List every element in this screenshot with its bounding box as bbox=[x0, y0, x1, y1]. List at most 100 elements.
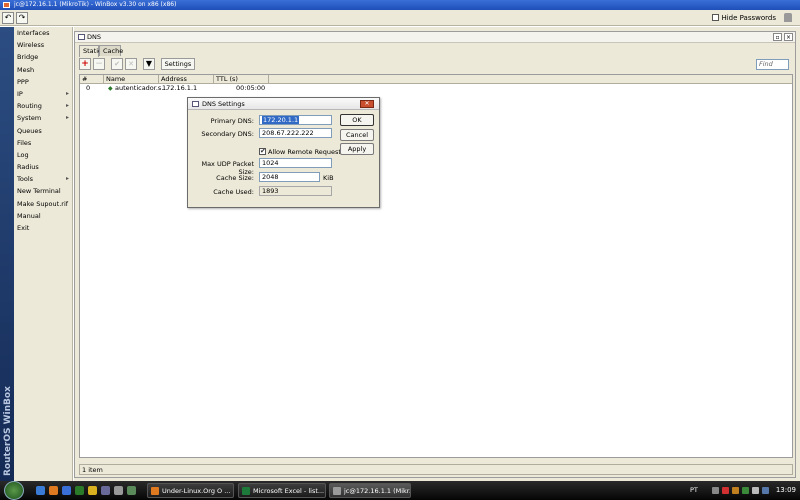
sidebar-item-system[interactable]: System ▸ bbox=[14, 112, 72, 124]
dns-window: DNS ▫ × Static Cache + − ✔ ✕ ▼ Settings … bbox=[74, 31, 796, 478]
cancel-button[interactable]: Cancel bbox=[340, 129, 374, 141]
volume-icon[interactable] bbox=[752, 487, 759, 494]
sidebar-item-label: Wireless bbox=[17, 41, 45, 50]
dns-toolbar: + − ✔ ✕ ▼ Settings Find bbox=[79, 58, 793, 72]
excel-icon bbox=[242, 487, 250, 495]
sidebar-item-queues[interactable]: Queues bbox=[14, 125, 72, 137]
quick-launch-icon[interactable] bbox=[114, 486, 123, 495]
tab-cache[interactable]: Cache bbox=[99, 45, 123, 56]
apply-button[interactable]: Apply bbox=[340, 143, 374, 155]
quick-launch-icon[interactable] bbox=[75, 486, 84, 495]
quick-launch-icon[interactable] bbox=[101, 486, 110, 495]
table-row[interactable]: 0 ◆ autenticador.s... 172.16.1.1 00:05:0… bbox=[80, 84, 792, 93]
hide-passwords-label: Hide Passwords bbox=[721, 14, 776, 22]
column-ttl[interactable]: TTL (s) bbox=[214, 75, 269, 84]
close-icon[interactable]: ✕ bbox=[360, 100, 374, 108]
column-name[interactable]: Name bbox=[104, 75, 159, 84]
language-indicator[interactable]: PT bbox=[690, 481, 698, 500]
sidebar-item-label: Queues bbox=[17, 126, 42, 135]
enable-icon[interactable]: ✔ bbox=[111, 58, 123, 70]
quick-launch-icon[interactable] bbox=[127, 486, 136, 495]
dns-settings-dialog: DNS Settings ✕ Primary DNS: 172.20.1.1 S… bbox=[187, 97, 380, 208]
primary-dns-input[interactable]: 172.20.1.1 bbox=[259, 115, 332, 125]
close-window-icon[interactable]: × bbox=[784, 33, 793, 41]
sidebar-item-label: Bridge bbox=[17, 53, 39, 62]
tray-app-icon[interactable] bbox=[742, 487, 749, 494]
quick-launch-icon[interactable] bbox=[88, 486, 97, 495]
sidebar-item-label: PPP bbox=[17, 77, 29, 86]
quick-launch-icon[interactable] bbox=[62, 486, 71, 495]
ok-button[interactable]: OK bbox=[340, 114, 374, 126]
settings-button[interactable]: Settings bbox=[161, 58, 195, 70]
sidebar-item-label: New Terminal bbox=[17, 187, 61, 196]
task-button-winbox[interactable]: jc@172.16.1.1 (Mikr... bbox=[329, 483, 411, 498]
network-icon[interactable] bbox=[712, 487, 719, 494]
sidebar-item-label: Make Supout.rif bbox=[17, 199, 69, 208]
tray-app-icon[interactable] bbox=[762, 487, 769, 494]
tab-static[interactable]: Static bbox=[79, 45, 102, 57]
sidebar-item-ppp[interactable]: PPP bbox=[14, 76, 72, 88]
sidebar-item-label: Radius bbox=[17, 163, 39, 172]
dns-window-title-bar[interactable]: DNS ▫ × bbox=[75, 32, 795, 43]
cache-size-label: Cache Size: bbox=[216, 174, 254, 182]
sidebar-item-interfaces[interactable]: Interfaces bbox=[14, 27, 72, 39]
column-number[interactable]: # bbox=[80, 75, 104, 84]
secondary-dns-input[interactable]: 208.67.222.222 bbox=[259, 128, 332, 138]
sidebar-item-ip[interactable]: IP ▸ bbox=[14, 88, 72, 100]
add-icon[interactable]: + bbox=[79, 58, 91, 70]
remove-icon[interactable]: − bbox=[93, 58, 105, 70]
submenu-arrow-icon: ▸ bbox=[65, 114, 69, 122]
sidebar-item-label: Mesh bbox=[17, 65, 35, 74]
sidebar-item-label: Routing bbox=[17, 102, 42, 111]
task-button-excel[interactable]: Microsoft Excel - list... bbox=[238, 483, 326, 498]
row-ttl: 00:05:00 bbox=[236, 84, 266, 92]
submenu-arrow-icon: ▸ bbox=[65, 89, 69, 97]
sidebar-item-label: Interfaces bbox=[17, 29, 50, 37]
window-icon bbox=[78, 34, 85, 40]
winbox-icon bbox=[333, 487, 341, 495]
cache-size-input[interactable]: 2048 bbox=[259, 172, 320, 182]
sidebar-item-log[interactable]: Log bbox=[14, 149, 72, 161]
task-label: jc@172.16.1.1 (Mikr... bbox=[344, 487, 411, 495]
find-input[interactable]: Find bbox=[756, 59, 789, 70]
undo-icon[interactable]: ↶ bbox=[2, 12, 14, 24]
firefox-icon bbox=[151, 487, 159, 495]
redo-icon[interactable]: ↷ bbox=[16, 12, 28, 24]
clock[interactable]: 13:09 bbox=[776, 481, 796, 500]
max-udp-packet-size-input[interactable]: 1024 bbox=[259, 158, 332, 168]
column-address[interactable]: Address bbox=[159, 75, 214, 84]
sidebar-item-files[interactable]: Files bbox=[14, 137, 72, 149]
row-number: 0 bbox=[86, 84, 91, 92]
security-icon[interactable] bbox=[722, 487, 729, 494]
sidebar-item-label: Log bbox=[17, 150, 29, 159]
tray-app-icon[interactable] bbox=[732, 487, 739, 494]
static-entry-icon: ◆ bbox=[108, 85, 113, 92]
sidebar-item-wireless[interactable]: Wireless bbox=[14, 39, 72, 51]
disable-icon[interactable]: ✕ bbox=[125, 58, 137, 70]
hide-passwords-checkbox[interactable] bbox=[712, 14, 720, 21]
row-address: 172.16.1.1 bbox=[162, 84, 198, 92]
allow-remote-requests-toggle[interactable]: Allow Remote Requests bbox=[259, 147, 344, 156]
sidebar-item-exit[interactable]: Exit bbox=[14, 222, 72, 234]
restore-window-icon[interactable]: ▫ bbox=[773, 33, 782, 41]
browser-icon[interactable] bbox=[49, 486, 58, 495]
sidebar-item-manual[interactable]: Manual bbox=[14, 210, 72, 222]
show-desktop-icon[interactable] bbox=[36, 486, 45, 495]
brand-text: RouterOS WinBox bbox=[3, 386, 13, 476]
dns-settings-title-bar[interactable]: DNS Settings ✕ bbox=[188, 98, 379, 110]
hide-passwords-toggle[interactable]: Hide Passwords bbox=[712, 14, 776, 22]
sidebar-item-mesh[interactable]: Mesh bbox=[14, 64, 72, 76]
sidebar-item-routing[interactable]: Routing ▸ bbox=[14, 100, 72, 112]
filter-icon[interactable]: ▼ bbox=[143, 58, 155, 70]
sidebar-item-make-supout-rif[interactable]: Make Supout.rif bbox=[14, 198, 72, 210]
window-title-bar[interactable]: jc@172.16.1.1 (MikroTik) - WinBox v3.30 … bbox=[0, 0, 800, 10]
cache-used-label: Cache Used: bbox=[213, 188, 254, 196]
start-button[interactable] bbox=[4, 481, 24, 500]
sidebar-menu: Interfaces Wireless Bridge Mesh PPP IP ▸ Routin… bbox=[14, 27, 72, 234]
sidebar-item-new-terminal[interactable]: New Terminal bbox=[14, 185, 72, 197]
sidebar-item-tools[interactable]: Tools ▸ bbox=[14, 173, 72, 185]
sidebar-item-bridge[interactable]: Bridge bbox=[14, 51, 72, 63]
allow-remote-requests-checkbox[interactable] bbox=[259, 147, 266, 155]
sidebar-item-radius[interactable]: Radius bbox=[14, 161, 72, 173]
task-button-browser[interactable]: Under-Linux.Org O ... bbox=[147, 483, 234, 498]
